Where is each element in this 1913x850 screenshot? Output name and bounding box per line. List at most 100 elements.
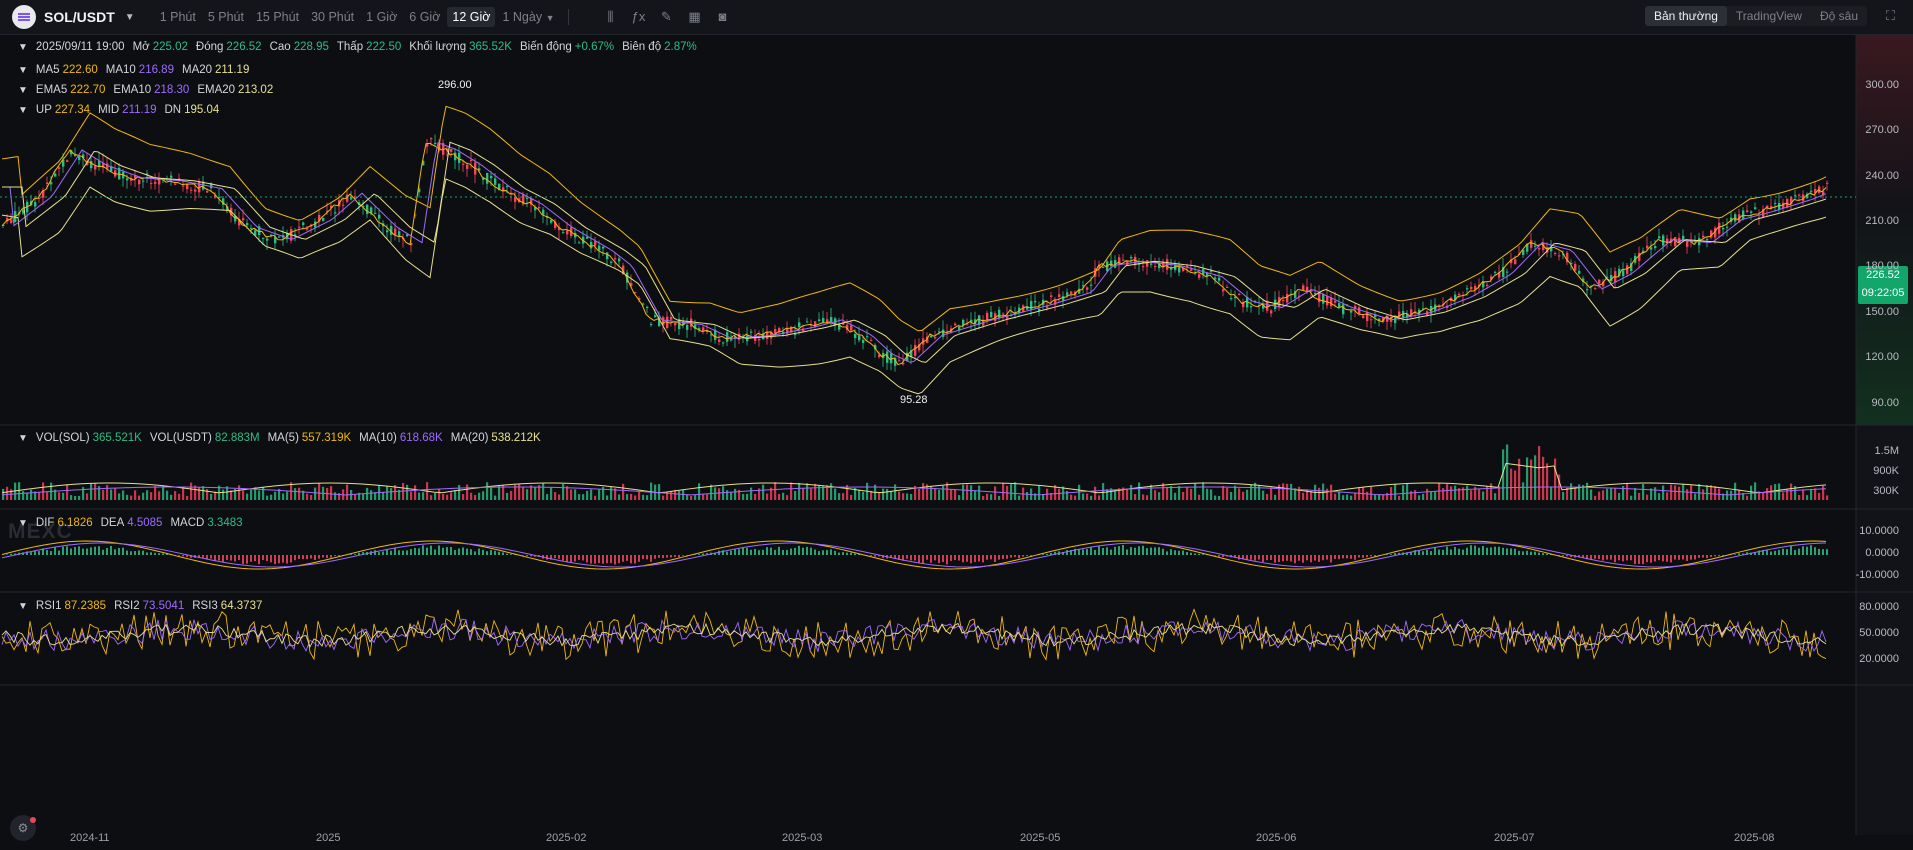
collapse-chevron-icon[interactable]: ▼	[18, 65, 28, 76]
layout-grid-icon[interactable]: ▦	[681, 7, 709, 27]
macd-histogram-bar	[994, 555, 996, 562]
tab-tradingview[interactable]: TradingView	[1727, 6, 1811, 26]
volume-bar	[166, 490, 169, 500]
volume-bar	[962, 484, 965, 500]
candle-body	[1470, 286, 1473, 290]
screenshot-camera-icon[interactable]: ◙	[709, 7, 737, 27]
candle-body	[194, 189, 197, 192]
tab-depth[interactable]: Độ sâu	[1811, 6, 1867, 26]
settings-float-button[interactable]: ⚙	[10, 815, 36, 841]
volume-bar	[1102, 483, 1105, 500]
volume-bar	[22, 491, 25, 500]
macd-histogram-bar	[822, 550, 824, 555]
volume-bar	[30, 489, 33, 500]
collapse-chevron-icon[interactable]: ▼	[18, 601, 28, 612]
candle-body	[526, 198, 529, 200]
volume-bar	[966, 484, 969, 500]
volume-bar	[466, 484, 469, 500]
candle-body	[1154, 266, 1157, 268]
interval-6h[interactable]: 6 Giờ	[404, 7, 445, 27]
macd-histogram-bar	[1542, 553, 1544, 555]
candle-body	[470, 160, 473, 162]
macd-histogram-bar	[1294, 555, 1296, 564]
macd-histogram-bar	[386, 549, 388, 555]
volume-bar	[842, 493, 845, 500]
macd-histogram-bar	[946, 555, 948, 565]
candle-body	[1178, 267, 1181, 273]
macd-histogram-bar	[1354, 555, 1356, 560]
volume-bar	[486, 482, 489, 500]
interval-1h[interactable]: 1 Giờ	[361, 7, 402, 27]
candle-body	[1662, 235, 1665, 246]
draw-pencil-icon[interactable]: ✎	[653, 7, 681, 27]
high-value: 228.95	[293, 41, 329, 53]
indicator-fx-icon[interactable]: ƒx	[625, 7, 653, 27]
rsi3-value: 64.3737	[220, 600, 263, 612]
volume-bar	[1430, 491, 1433, 500]
candle-body	[250, 227, 253, 229]
macd-histogram-bar	[1194, 553, 1196, 555]
candle-body	[654, 315, 657, 318]
fullscreen-icon[interactable]: ⛶	[1886, 8, 1895, 24]
volume-bar	[294, 488, 297, 500]
candle-body	[1530, 240, 1533, 248]
macd-histogram-bar	[834, 550, 836, 555]
volume-bar	[458, 484, 461, 500]
candle-body	[1314, 293, 1317, 295]
macd-histogram-bar	[1686, 555, 1688, 561]
macd-histogram-bar	[666, 555, 668, 558]
candle-body	[170, 175, 173, 178]
macd-histogram-bar	[842, 552, 844, 555]
macd-histogram-bar	[726, 551, 728, 555]
macd-histogram-bar	[1086, 549, 1088, 555]
interval-15m[interactable]: 15 Phút	[251, 7, 304, 27]
pair-dropdown-icon[interactable]: ▼	[125, 12, 135, 23]
ema20-value: 213.02	[238, 84, 274, 96]
candle-body	[1150, 263, 1153, 265]
interval-12h[interactable]: 12 Giờ	[447, 7, 496, 27]
macd-histogram-bar	[1462, 549, 1464, 555]
macd-histogram-bar	[622, 555, 624, 562]
ma10-label: MA10	[105, 64, 136, 76]
macd-histogram-bar	[1734, 554, 1736, 555]
candle-body	[1466, 288, 1469, 290]
macd-histogram-bar	[1694, 555, 1696, 560]
interval-5m[interactable]: 5 Phút	[203, 7, 249, 27]
macd-histogram-bar	[158, 553, 160, 555]
volume-bar	[810, 488, 813, 500]
candle-body	[1686, 240, 1689, 247]
tab-standard[interactable]: Bản thường	[1644, 6, 1727, 26]
macd-histogram-bar	[1282, 555, 1284, 562]
volume-bar	[1074, 495, 1077, 500]
collapse-chevron-icon[interactable]: ▼	[18, 518, 28, 529]
candle-body	[1306, 286, 1309, 292]
candle-body	[398, 231, 401, 237]
collapse-chevron-icon[interactable]: ▼	[18, 42, 28, 53]
macd-histogram-bar	[602, 555, 604, 564]
collapse-chevron-icon[interactable]: ▼	[18, 85, 28, 96]
interval-1m[interactable]: 1 Phút	[155, 7, 201, 27]
candle-body	[550, 219, 553, 223]
candle-type-icon[interactable]: ⫼	[597, 7, 625, 27]
macd-histogram-bar	[1798, 548, 1800, 555]
macd-histogram-bar	[1394, 553, 1396, 555]
pair-symbol[interactable]: SOL/USDT	[44, 9, 115, 25]
macd-histogram-bar	[1266, 555, 1268, 561]
volume-bar	[942, 485, 945, 500]
candle-body	[1722, 227, 1725, 230]
macd-histogram-bar	[1450, 549, 1452, 555]
volume-bar	[1342, 495, 1345, 500]
interval-30m[interactable]: 30 Phút	[306, 7, 359, 27]
price-axis-label: 300.00	[1865, 79, 1899, 91]
chart-area[interactable]: 226.52 09:22:05 296.00 95.28 MEXC ▼ 2025…	[0, 35, 1913, 850]
candle-body	[1826, 182, 1829, 184]
candle-body	[1554, 253, 1557, 255]
volume-bar	[1302, 492, 1305, 500]
collapse-chevron-icon[interactable]: ▼	[18, 105, 28, 116]
interval-more-dropdown[interactable]: 1 Ngày ▼	[497, 7, 559, 27]
volume-bar	[1282, 483, 1285, 500]
time-axis-label: 2025-07	[1494, 832, 1535, 844]
volume-bar	[1170, 486, 1173, 500]
collapse-chevron-icon[interactable]: ▼	[18, 433, 28, 444]
volume-bar	[790, 482, 793, 500]
